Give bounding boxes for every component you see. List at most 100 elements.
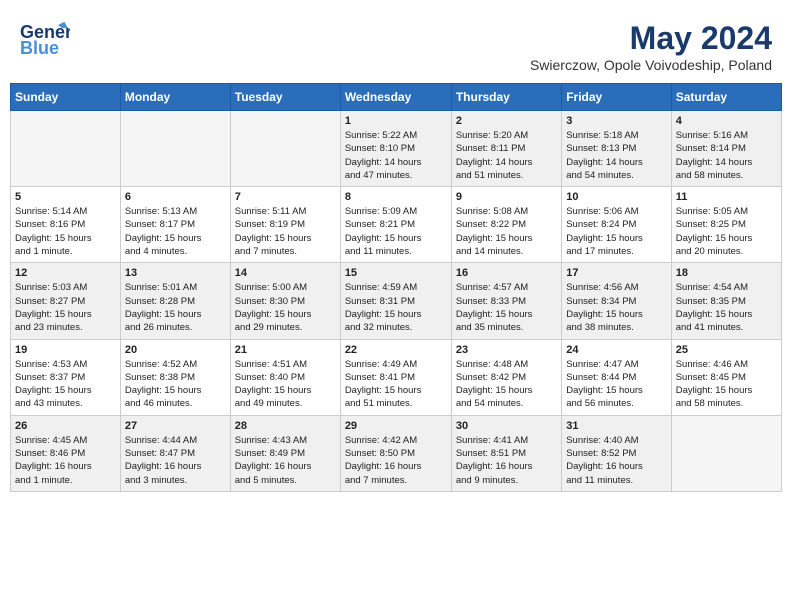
- calendar-cell: 16 Sunrise: 4:57 AM Sunset: 8:33 PM Dayli…: [451, 263, 561, 339]
- calendar-cell: [11, 111, 121, 187]
- day-number: 28: [235, 420, 336, 432]
- day-number: 12: [15, 267, 116, 279]
- day-info: Sunrise: 4:45 AM Sunset: 8:46 PM Dayligh…: [15, 434, 116, 487]
- calendar-cell: 23 Sunrise: 4:48 AM Sunset: 8:42 PM Dayli…: [451, 339, 561, 415]
- calendar-cell: 5 Sunrise: 5:14 AM Sunset: 8:16 PM Daylig…: [11, 187, 121, 263]
- calendar-cell: 4Sunrise: 5:16 AM Sunset: 8:14 PM Daylig…: [671, 111, 781, 187]
- calendar-cell: 8Sunrise: 5:09 AM Sunset: 8:21 PM Daylig…: [340, 187, 451, 263]
- day-info: Sunrise: 5:06 AM Sunset: 8:24 PM Dayligh…: [566, 205, 666, 258]
- day-number: 18: [676, 267, 777, 279]
- day-info: Sunrise: 4:40 AM Sunset: 8:52 PM Dayligh…: [566, 434, 666, 487]
- page-header: General Blue May 2024 Swierczow, Opole V…: [10, 10, 782, 78]
- day-number: 23: [456, 344, 557, 356]
- day-info: Sunrise: 4:44 AM Sunset: 8:47 PM Dayligh…: [125, 434, 226, 487]
- logo: General Blue: [20, 20, 74, 60]
- calendar-cell: 9 Sunrise: 5:08 AM Sunset: 8:22 PM Daylig…: [451, 187, 561, 263]
- day-info: Sunrise: 5:11 AM Sunset: 8:19 PM Dayligh…: [235, 205, 336, 258]
- day-number: 20: [125, 344, 226, 356]
- day-number: 8: [345, 191, 447, 203]
- calendar-cell: [230, 111, 340, 187]
- calendar-cell: 25 Sunrise: 4:46 AM Sunset: 8:45 PM Dayli…: [671, 339, 781, 415]
- column-header-monday: Monday: [120, 84, 230, 111]
- calendar-week-row: 19 Sunrise: 4:53 AM Sunset: 8:37 PM Dayli…: [11, 339, 782, 415]
- day-number: 26: [15, 420, 116, 432]
- day-info: Sunrise: 4:43 AM Sunset: 8:49 PM Dayligh…: [235, 434, 336, 487]
- calendar-week-row: 1 Sunrise: 5:22 AM Sunset: 8:10 PM Daylig…: [11, 111, 782, 187]
- day-info: Sunrise: 5:05 AM Sunset: 8:25 PM Dayligh…: [676, 205, 777, 258]
- column-header-sunday: Sunday: [11, 84, 121, 111]
- column-header-friday: Friday: [562, 84, 671, 111]
- day-number: 15: [345, 267, 447, 279]
- svg-text:Blue: Blue: [20, 38, 59, 58]
- day-number: 10: [566, 191, 666, 203]
- calendar-cell: 15Sunrise: 4:59 AM Sunset: 8:31 PM Dayli…: [340, 263, 451, 339]
- day-info: Sunrise: 4:48 AM Sunset: 8:42 PM Dayligh…: [456, 358, 557, 411]
- calendar-cell: [671, 415, 781, 491]
- calendar-week-row: 5 Sunrise: 5:14 AM Sunset: 8:16 PM Daylig…: [11, 187, 782, 263]
- column-header-tuesday: Tuesday: [230, 84, 340, 111]
- day-number: 1: [345, 115, 447, 127]
- day-info: Sunrise: 5:22 AM Sunset: 8:10 PM Dayligh…: [345, 129, 447, 182]
- day-number: 5: [15, 191, 116, 203]
- day-info: Sunrise: 4:56 AM Sunset: 8:34 PM Dayligh…: [566, 281, 666, 334]
- day-info: Sunrise: 5:08 AM Sunset: 8:22 PM Dayligh…: [456, 205, 557, 258]
- day-info: Sunrise: 5:20 AM Sunset: 8:11 PM Dayligh…: [456, 129, 557, 182]
- day-info: Sunrise: 5:03 AM Sunset: 8:27 PM Dayligh…: [15, 281, 116, 334]
- day-number: 11: [676, 191, 777, 203]
- day-number: 17: [566, 267, 666, 279]
- calendar-week-row: 12 Sunrise: 5:03 AM Sunset: 8:27 PM Dayli…: [11, 263, 782, 339]
- day-number: 22: [345, 344, 447, 356]
- day-info: Sunrise: 4:46 AM Sunset: 8:45 PM Dayligh…: [676, 358, 777, 411]
- day-info: Sunrise: 5:14 AM Sunset: 8:16 PM Dayligh…: [15, 205, 116, 258]
- day-number: 6: [125, 191, 226, 203]
- day-number: 7: [235, 191, 336, 203]
- calendar-cell: 2Sunrise: 5:20 AM Sunset: 8:11 PM Daylig…: [451, 111, 561, 187]
- calendar-cell: 10 Sunrise: 5:06 AM Sunset: 8:24 PM Dayli…: [562, 187, 671, 263]
- calendar-cell: 20 Sunrise: 4:52 AM Sunset: 8:38 PM Dayli…: [120, 339, 230, 415]
- calendar-cell: 19 Sunrise: 4:53 AM Sunset: 8:37 PM Dayli…: [11, 339, 121, 415]
- page-title: May 2024: [530, 20, 772, 57]
- day-number: 31: [566, 420, 666, 432]
- day-info: Sunrise: 4:53 AM Sunset: 8:37 PM Dayligh…: [15, 358, 116, 411]
- day-info: Sunrise: 5:01 AM Sunset: 8:28 PM Dayligh…: [125, 281, 226, 334]
- column-header-wednesday: Wednesday: [340, 84, 451, 111]
- day-number: 19: [15, 344, 116, 356]
- calendar-cell: 7 Sunrise: 5:11 AM Sunset: 8:19 PM Daylig…: [230, 187, 340, 263]
- calendar-cell: 13 Sunrise: 5:01 AM Sunset: 8:28 PM Dayli…: [120, 263, 230, 339]
- calendar-cell: 29 Sunrise: 4:42 AM Sunset: 8:50 PM Dayli…: [340, 415, 451, 491]
- day-number: 13: [125, 267, 226, 279]
- calendar-cell: 30Sunrise: 4:41 AM Sunset: 8:51 PM Dayli…: [451, 415, 561, 491]
- calendar-cell: 31 Sunrise: 4:40 AM Sunset: 8:52 PM Dayli…: [562, 415, 671, 491]
- day-info: Sunrise: 4:41 AM Sunset: 8:51 PM Dayligh…: [456, 434, 557, 487]
- day-number: 16: [456, 267, 557, 279]
- calendar-cell: 12 Sunrise: 5:03 AM Sunset: 8:27 PM Dayli…: [11, 263, 121, 339]
- day-info: Sunrise: 4:49 AM Sunset: 8:41 PM Dayligh…: [345, 358, 447, 411]
- day-number: 3: [566, 115, 666, 127]
- day-info: Sunrise: 4:57 AM Sunset: 8:33 PM Dayligh…: [456, 281, 557, 334]
- calendar-header-row: SundayMondayTuesdayWednesdayThursdayFrid…: [11, 84, 782, 111]
- day-info: Sunrise: 5:16 AM Sunset: 8:14 PM Dayligh…: [676, 129, 777, 182]
- calendar-cell: [120, 111, 230, 187]
- calendar-cell: 11 Sunrise: 5:05 AM Sunset: 8:25 PM Dayli…: [671, 187, 781, 263]
- title-block: May 2024 Swierczow, Opole Voivodeship, P…: [530, 20, 772, 73]
- day-number: 27: [125, 420, 226, 432]
- column-header-thursday: Thursday: [451, 84, 561, 111]
- calendar-cell: 26 Sunrise: 4:45 AM Sunset: 8:46 PM Dayli…: [11, 415, 121, 491]
- calendar-cell: 14Sunrise: 5:00 AM Sunset: 8:30 PM Dayli…: [230, 263, 340, 339]
- calendar-cell: 27 Sunrise: 4:44 AM Sunset: 8:47 PM Dayli…: [120, 415, 230, 491]
- calendar-cell: 28 Sunrise: 4:43 AM Sunset: 8:49 PM Dayli…: [230, 415, 340, 491]
- day-number: 29: [345, 420, 447, 432]
- logo-bird-icon: General Blue: [20, 20, 70, 60]
- day-info: Sunrise: 4:42 AM Sunset: 8:50 PM Dayligh…: [345, 434, 447, 487]
- day-info: Sunrise: 4:47 AM Sunset: 8:44 PM Dayligh…: [566, 358, 666, 411]
- day-info: Sunrise: 4:52 AM Sunset: 8:38 PM Dayligh…: [125, 358, 226, 411]
- calendar-week-row: 26 Sunrise: 4:45 AM Sunset: 8:46 PM Dayli…: [11, 415, 782, 491]
- day-info: Sunrise: 4:54 AM Sunset: 8:35 PM Dayligh…: [676, 281, 777, 334]
- calendar-cell: 3 Sunrise: 5:18 AM Sunset: 8:13 PM Daylig…: [562, 111, 671, 187]
- day-number: 25: [676, 344, 777, 356]
- calendar-cell: 21Sunrise: 4:51 AM Sunset: 8:40 PM Dayli…: [230, 339, 340, 415]
- day-info: Sunrise: 5:13 AM Sunset: 8:17 PM Dayligh…: [125, 205, 226, 258]
- day-info: Sunrise: 4:51 AM Sunset: 8:40 PM Dayligh…: [235, 358, 336, 411]
- day-number: 9: [456, 191, 557, 203]
- day-info: Sunrise: 5:18 AM Sunset: 8:13 PM Dayligh…: [566, 129, 666, 182]
